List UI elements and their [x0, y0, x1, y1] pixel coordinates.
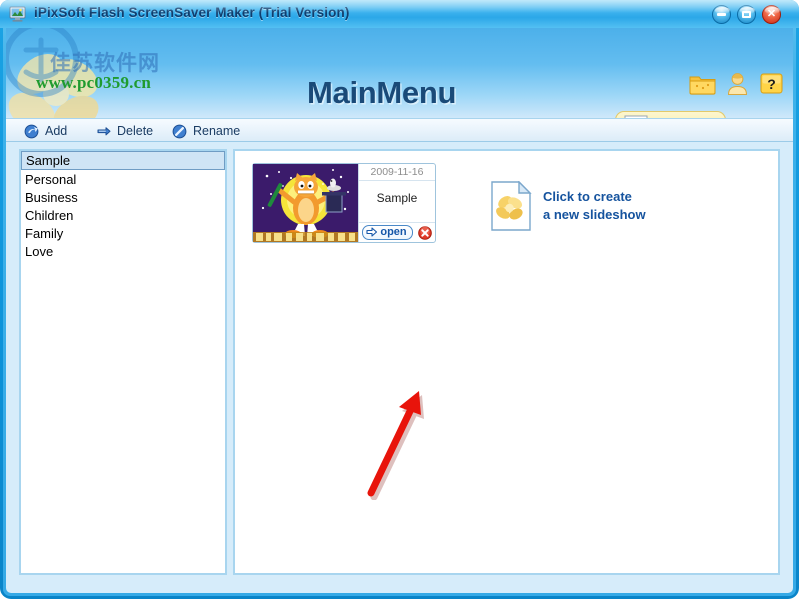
list-item-label: Sample: [26, 153, 71, 168]
create-new-line1: Click to create: [543, 189, 632, 205]
rename-button[interactable]: Rename: [166, 121, 246, 141]
title-bar: iPixSoft Flash ScreenSaver Maker (Trial …: [0, 0, 799, 28]
project-date: 2009-11-16: [359, 166, 435, 181]
user-icon[interactable]: [724, 72, 751, 95]
new-tab[interactable]: New: [615, 111, 726, 118]
toolbar: Add Delete Rename: [6, 118, 793, 142]
red-x-delete-icon[interactable]: [417, 225, 432, 240]
project-card-actions: open: [359, 222, 435, 240]
list-item-label: Love: [25, 243, 54, 259]
window-title: iPixSoft Flash ScreenSaver Maker (Trial …: [34, 5, 350, 20]
app-screensaver-icon: [9, 6, 26, 22]
header-banner: 佳苏软件网 www.pc0359.cn MainMenu ?: [6, 28, 793, 118]
create-new-label: Click to create a new slideshow: [543, 188, 646, 223]
list-item-family[interactable]: Family: [21, 224, 225, 242]
list-item-personal[interactable]: Personal: [21, 170, 225, 188]
create-new-slideshow[interactable]: Click to create a new slideshow: [490, 181, 646, 231]
site-url-text: www.pc0359.cn: [36, 73, 151, 92]
project-card-details: 2009-11-16 Sample open: [359, 164, 435, 242]
list-item-label: Family: [25, 225, 64, 241]
delete-icon: [97, 126, 111, 135]
minimize-button[interactable]: [712, 5, 731, 24]
close-button[interactable]: ✕: [762, 5, 781, 24]
new-document-flower-icon: [491, 181, 532, 231]
garfield-magician-thumbnail: [253, 164, 359, 242]
project-card[interactable]: 2009-11-16 Sample open: [252, 163, 436, 243]
list-item-label: Children: [25, 207, 74, 223]
add-button[interactable]: Add: [18, 121, 73, 141]
list-item-love[interactable]: Love: [21, 242, 225, 260]
open-button-label: open: [380, 226, 407, 238]
main-body: Sample Personal Business Children Family…: [6, 142, 793, 583]
create-new-line2: a new slideshow: [543, 207, 646, 222]
category-list-panel: Sample Personal Business Children Family…: [19, 149, 227, 575]
rename-icon: [172, 124, 187, 138]
application-window: iPixSoft Flash ScreenSaver Maker (Trial …: [0, 0, 799, 599]
arrow-right-icon: [366, 227, 378, 237]
delete-button[interactable]: Delete: [90, 121, 159, 141]
project-name: Sample: [376, 191, 418, 205]
list-item-sample[interactable]: Sample: [21, 151, 225, 170]
page-title: MainMenu: [307, 75, 457, 110]
list-item-label: Business: [25, 189, 78, 205]
open-button[interactable]: open: [362, 225, 413, 240]
add-button-label: Add: [45, 124, 68, 138]
list-item-business[interactable]: Business: [21, 188, 225, 206]
folder-icon[interactable]: [689, 72, 716, 95]
help-icon[interactable]: ?: [758, 72, 785, 95]
maximize-button[interactable]: [737, 5, 756, 24]
svg-text:?: ?: [767, 76, 776, 92]
delete-button-label: Delete: [117, 124, 154, 138]
rename-button-label: Rename: [193, 124, 241, 138]
list-item-label: Personal: [25, 171, 77, 187]
list-item-children[interactable]: Children: [21, 206, 225, 224]
add-icon: [24, 124, 39, 138]
projects-panel: 2009-11-16 Sample open Click to create a…: [233, 149, 780, 575]
window-bottom-frame: [6, 583, 793, 593]
